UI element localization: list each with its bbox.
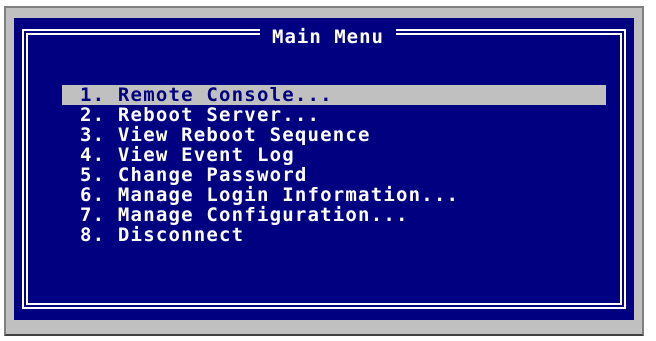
menu-item-manage-configuration[interactable]: 7. Manage Configuration... (62, 205, 606, 225)
menu-item-view-event-log[interactable]: 4. View Event Log (62, 145, 606, 165)
main-menu-list: 1. Remote Console... 2. Reboot Server...… (62, 85, 606, 245)
menu-item-remote-console[interactable]: 1. Remote Console... (62, 85, 606, 105)
menu-item-disconnect[interactable]: 8. Disconnect (62, 225, 606, 245)
menu-title: Main Menu (260, 26, 396, 48)
terminal-window: Main Menu 1. Remote Console... 2. Reboot… (0, 0, 656, 341)
menu-title-wrap: Main Menu (0, 26, 656, 48)
menu-item-view-reboot-sequence[interactable]: 3. View Reboot Sequence (62, 125, 606, 145)
menu-item-reboot-server[interactable]: 2. Reboot Server... (62, 105, 606, 125)
menu-item-change-password[interactable]: 5. Change Password (62, 165, 606, 185)
menu-item-manage-login-information[interactable]: 6. Manage Login Information... (62, 185, 606, 205)
